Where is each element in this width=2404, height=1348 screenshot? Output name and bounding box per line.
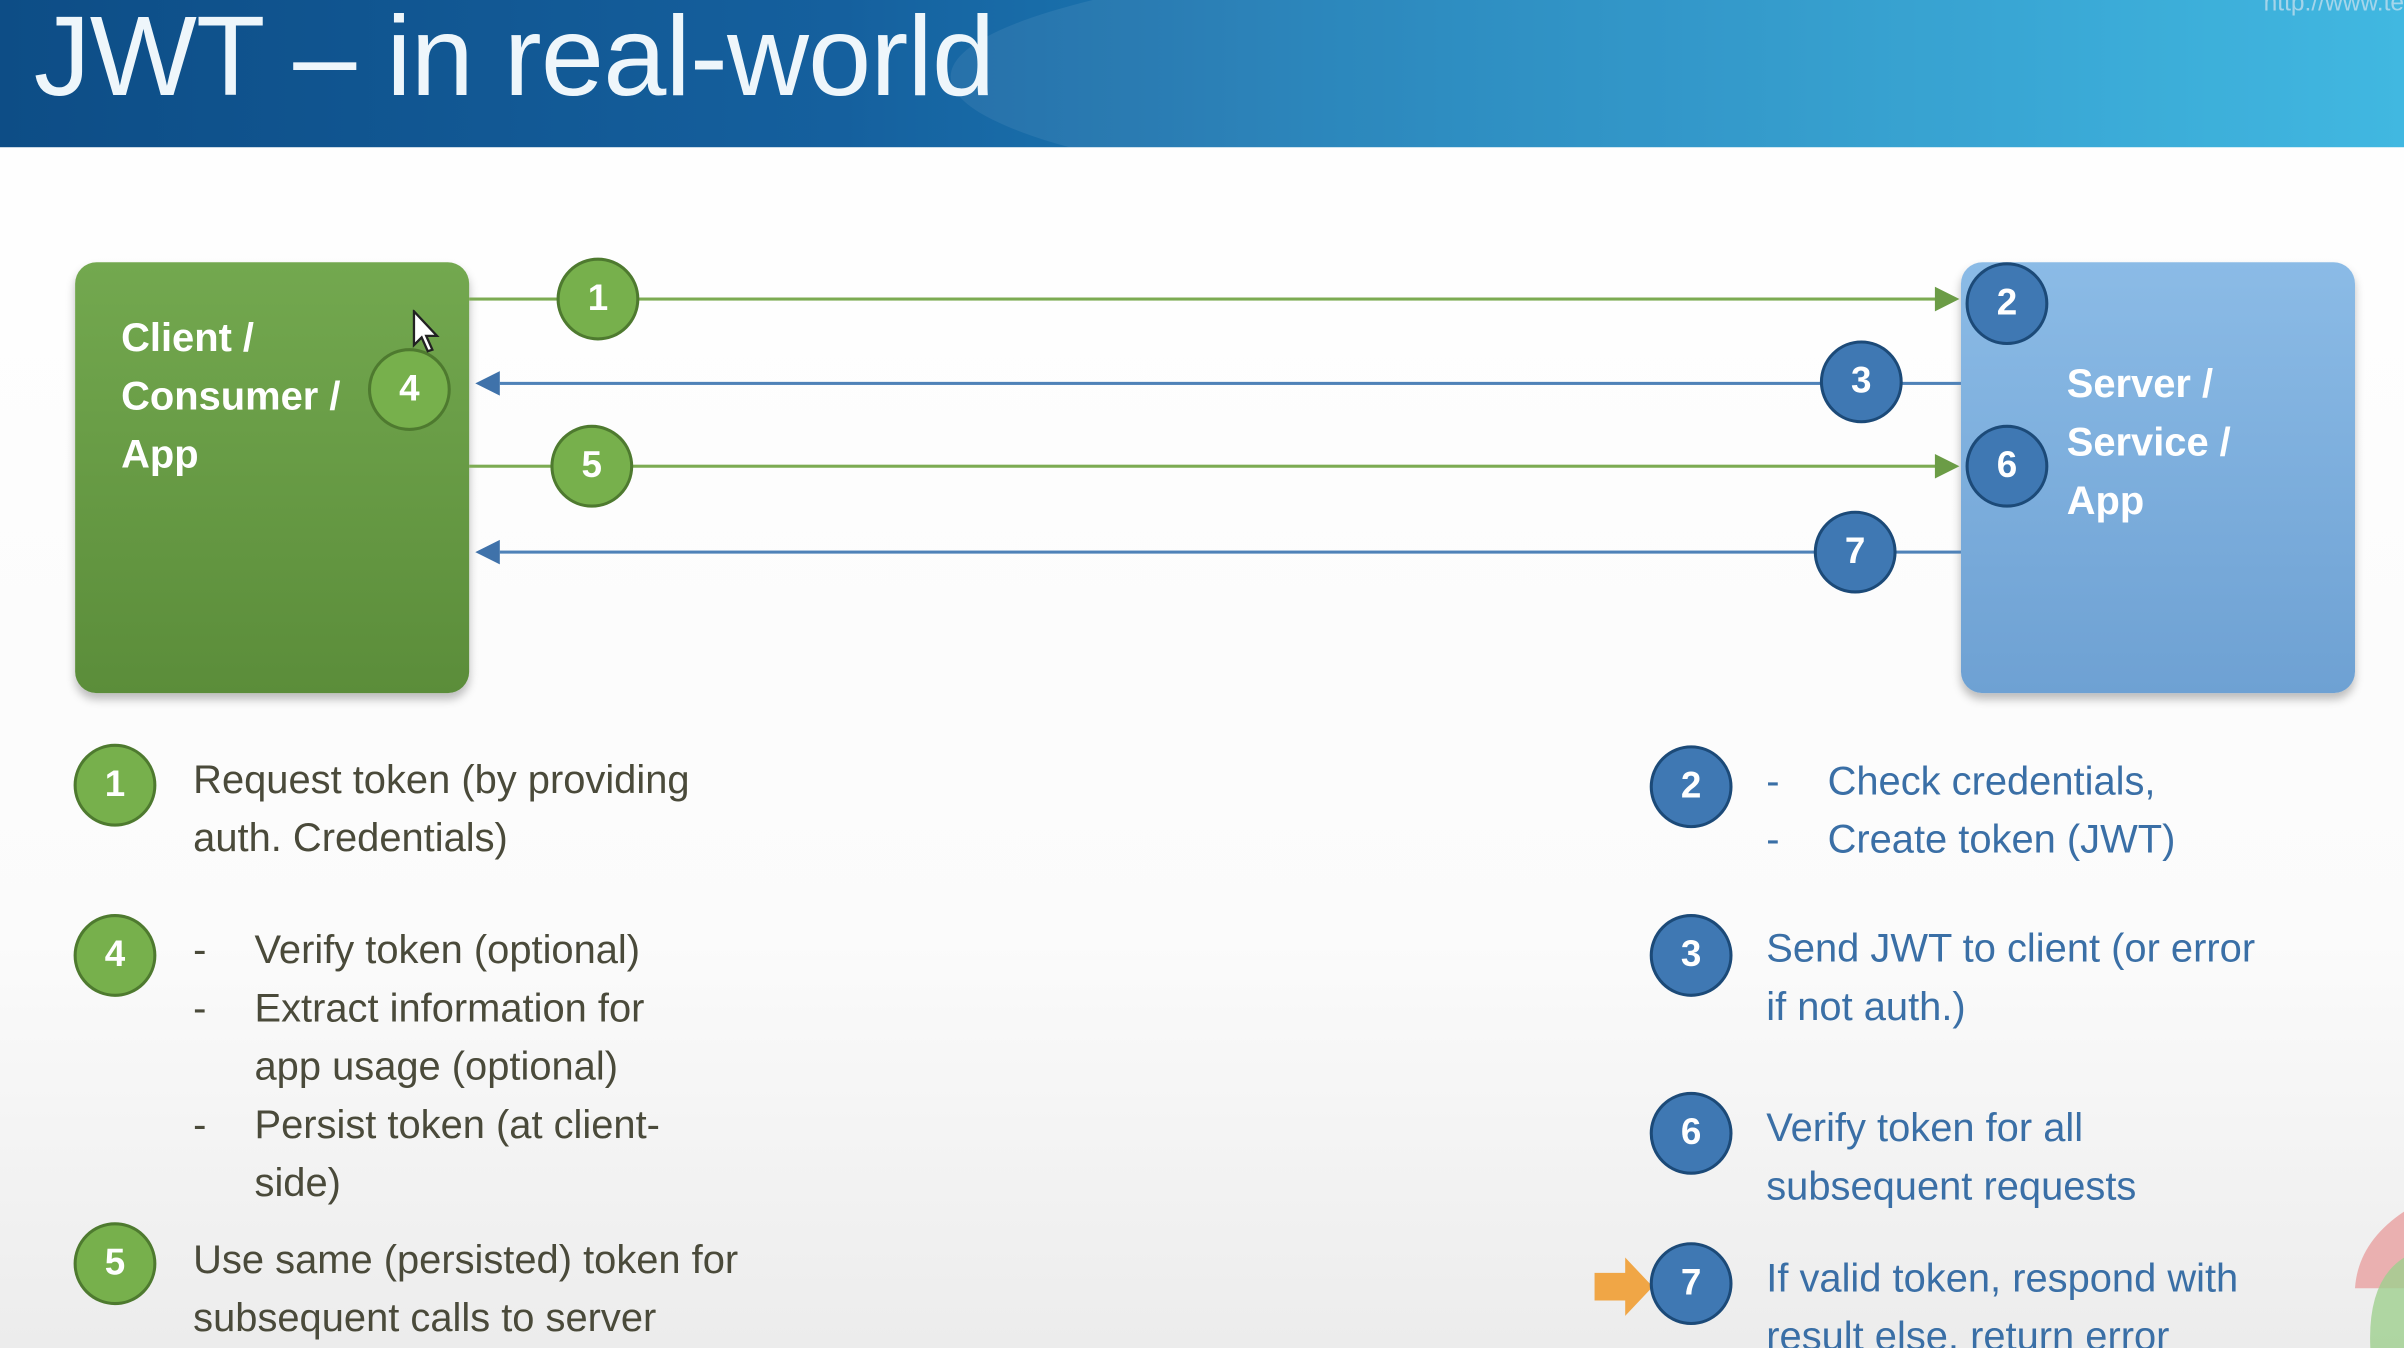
step-1-badge: 1	[556, 257, 640, 341]
pointer-arrow-icon	[1594, 1257, 1653, 1316]
server-label-line: App	[2066, 476, 2145, 523]
description-line: Persist token (at client-	[254, 1101, 660, 1148]
arrow-subsequent-call-line	[469, 464, 1938, 468]
arrow-left-head	[475, 539, 500, 565]
banner-swoosh	[950, 0, 2404, 148]
bullet-dash: -	[193, 984, 207, 1031]
step-6-description: Verify token for all subsequent requests	[1766, 1098, 2136, 1215]
legend-step-7-badge: 7	[1649, 1242, 1733, 1326]
step-3-description: Send JWT to client (or error if not auth…	[1766, 919, 2255, 1036]
step-5-description: Use same (persisted) token for subsequen…	[193, 1230, 738, 1347]
arrow-right-head	[1934, 286, 1960, 312]
legend-step-4-badge: 4	[73, 914, 157, 997]
arrow-left-head	[475, 371, 500, 396]
step-1-description: Request token (by providing auth. Creden…	[193, 750, 689, 867]
description-line: auth. Credentials)	[193, 814, 508, 861]
step-4-badge: 4	[367, 348, 451, 431]
url-watermark: http://www.te	[2263, 0, 2404, 17]
arrow-response-line	[499, 550, 1961, 554]
bullet-item: - Verify token (optional)	[193, 920, 660, 978]
client-label-line: App	[121, 430, 199, 477]
step-7-badge: 7	[1813, 510, 1897, 594]
server-label-line: Server /	[2066, 360, 2214, 407]
client-label: Client / Consumer / App	[121, 308, 340, 483]
arrow-right-head	[1934, 453, 1960, 479]
description-line: app usage (optional)	[254, 1042, 618, 1089]
description-line: result else, return error	[1766, 1312, 2170, 1348]
description-line: subsequent requests	[1766, 1162, 2137, 1209]
client-label-line: Client /	[121, 314, 255, 361]
description-line: Create token (JWT)	[1827, 815, 2176, 862]
description-line: Send JWT to client (or error	[1766, 924, 2256, 971]
legend-step-1-badge: 1	[73, 743, 157, 827]
server-label-line: Service /	[2066, 418, 2231, 465]
server-label: Server / Service / App	[2067, 354, 2231, 529]
bullet-dash: -	[193, 926, 207, 973]
bullet-dash: -	[1766, 815, 1780, 862]
bullet-continuation: app usage (optional)	[193, 1037, 660, 1095]
description-line: Verify token for all	[1766, 1104, 2084, 1151]
corner-decoration-icon	[2354, 1211, 2404, 1348]
description-line: side)	[254, 1159, 341, 1206]
client-label-line: Consumer /	[121, 372, 341, 419]
description-line: if not auth.)	[1766, 983, 1966, 1030]
step-4-description: - Verify token (optional) - Extract inform…	[193, 920, 660, 1211]
title-banner: JWT – in real-world http://www.te	[0, 0, 2404, 148]
bullet-item: - Persist token (at client-	[193, 1095, 660, 1153]
legend-step-6-badge: 6	[1649, 1091, 1733, 1175]
bullet-item: - Extract information for	[193, 978, 660, 1036]
description-line: Use same (persisted) token for	[193, 1236, 739, 1283]
description-line: Request token (by providing	[193, 756, 690, 803]
legend-step-5-badge: 5	[73, 1222, 157, 1306]
mouse-cursor-icon	[412, 309, 440, 353]
arrow-send-jwt-line	[499, 381, 1961, 385]
description-line: Extract information for	[254, 984, 645, 1031]
bullet-item: - Check credentials,	[1766, 751, 2175, 809]
arrow-request-token-line	[469, 297, 1938, 301]
step-2-badge: 2	[1965, 262, 2049, 346]
step-6-badge: 6	[1965, 424, 2049, 508]
step-7-description: If valid token, respond with result else…	[1766, 1248, 2238, 1348]
bullet-dash: -	[1766, 757, 1780, 804]
slide-title: JWT – in real-world	[33, 0, 995, 120]
slide: JWT – in real-world http://www.te Client…	[0, 0, 2404, 1348]
description-line: Check credentials,	[1827, 757, 2156, 804]
bullet-item: - Create token (JWT)	[1766, 810, 2175, 868]
legend-step-3-badge: 3	[1649, 914, 1733, 997]
legend-step-2-badge: 2	[1649, 745, 1733, 829]
step-3-badge: 3	[1819, 340, 1903, 424]
description-line: Verify token (optional)	[254, 926, 641, 973]
description-line: subsequent calls to server	[193, 1294, 657, 1341]
step-5-badge: 5	[550, 424, 634, 508]
bullet-dash: -	[193, 1101, 207, 1148]
bullet-continuation: side)	[193, 1153, 660, 1211]
step-2-description: - Check credentials, - Create token (JWT)	[1766, 751, 2175, 868]
description-line: If valid token, respond with	[1766, 1254, 2239, 1301]
